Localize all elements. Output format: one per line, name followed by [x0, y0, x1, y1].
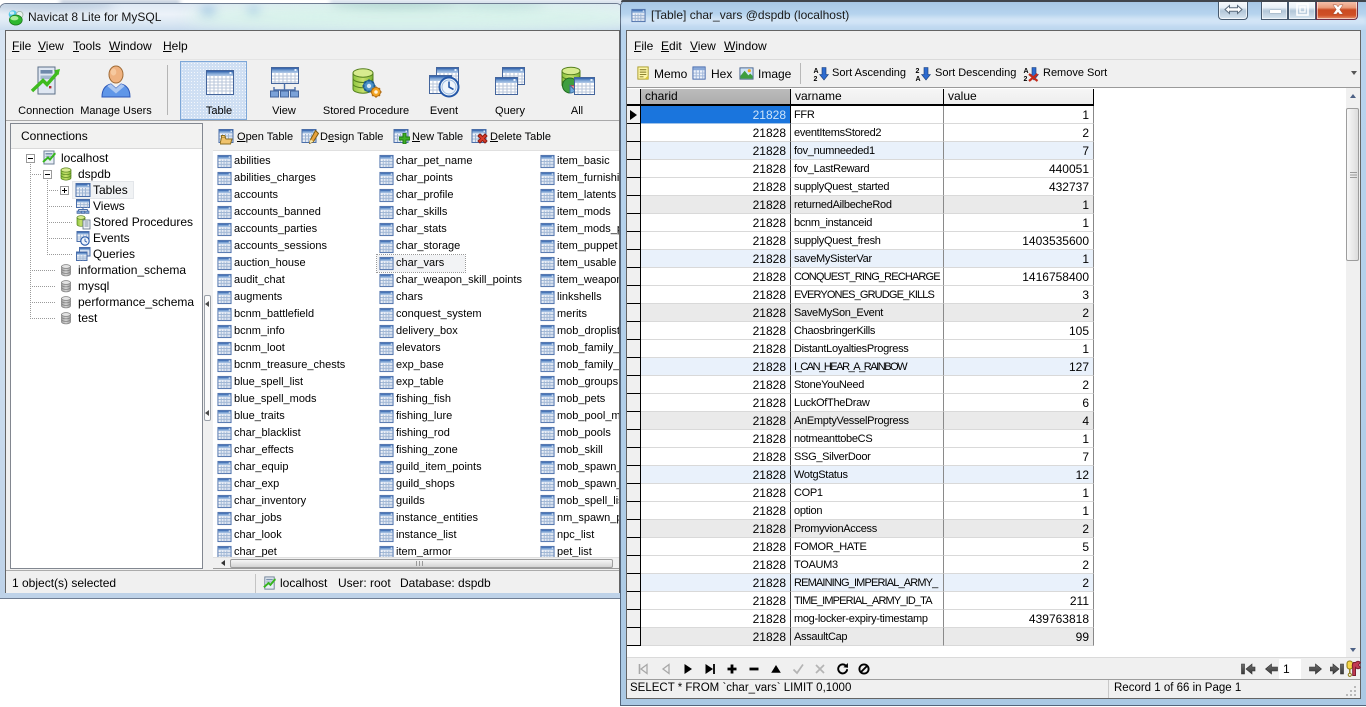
svg-text:A: A: [916, 76, 921, 82]
svg-text:A: A: [1024, 68, 1029, 75]
svg-text:2: 2: [814, 76, 818, 82]
svg-text:2: 2: [916, 68, 920, 75]
svg-text:2: 2: [1024, 76, 1028, 82]
svg-text:A: A: [814, 68, 819, 75]
